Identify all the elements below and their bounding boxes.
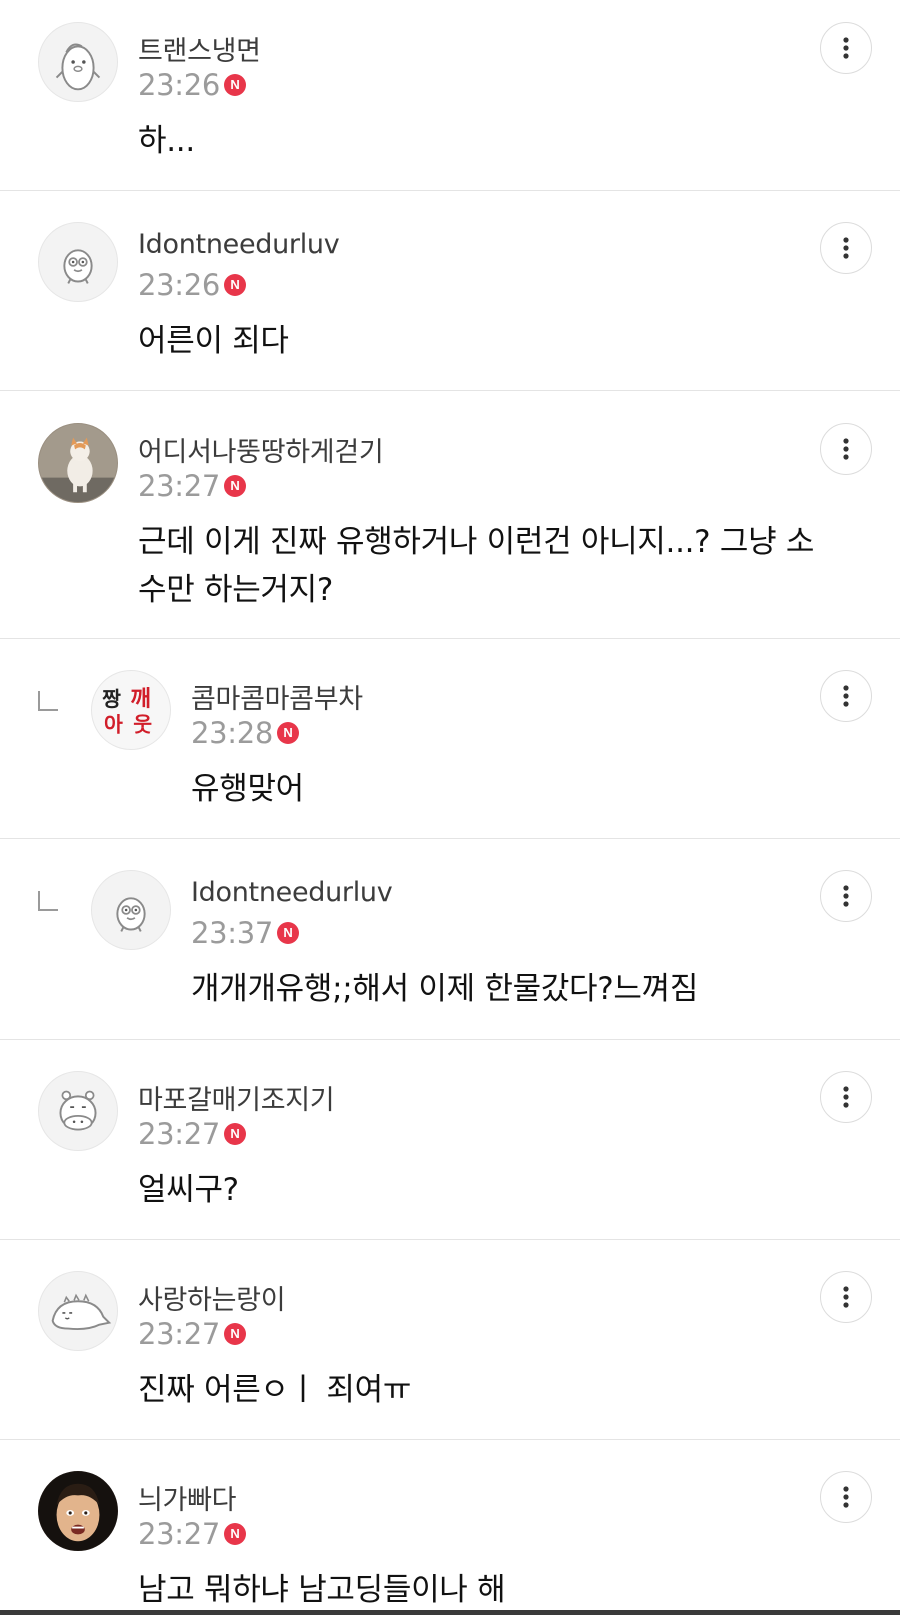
- duck-avatar-icon[interactable]: [38, 222, 118, 302]
- comment-time: 23:27: [138, 1517, 221, 1551]
- comment-meta: 23:26 N: [138, 68, 247, 102]
- comment-item: 사랑하는랑이 23:27 N 진짜 어른ㅇㅣ 죄여ㅠ: [0, 1240, 900, 1440]
- new-badge: N: [277, 722, 300, 744]
- comment-text: 진짜 어른ㅇㅣ 죄여ㅠ: [138, 1372, 412, 1408]
- comment-meta: 23:27 N: [138, 469, 247, 503]
- penguin-avatar-icon[interactable]: [38, 22, 118, 102]
- more-options-button[interactable]: [820, 222, 872, 274]
- new-badge: N: [224, 475, 247, 497]
- comment-meta: 23:37 N: [191, 916, 300, 950]
- comment-time: 23:28: [191, 716, 274, 750]
- more-options-button[interactable]: [820, 870, 872, 922]
- more-vertical-icon: [843, 885, 849, 907]
- comment-text: 얼씨구?: [138, 1172, 239, 1208]
- comment-meta: 23:27 N: [138, 1317, 247, 1351]
- new-badge: N: [277, 922, 300, 944]
- more-vertical-icon: [843, 1286, 849, 1308]
- reply-item: Idontneedurluv 23:37 N 개개개유행;;해서 이제 한물갔다…: [0, 839, 900, 1040]
- comment-time: 23:26: [138, 268, 221, 302]
- more-vertical-icon: [843, 438, 849, 460]
- avatar-text: 깨: [130, 686, 151, 712]
- comment-nickname[interactable]: 늬가빠다: [138, 1478, 236, 1517]
- new-badge: N: [224, 1323, 247, 1345]
- comment-item: 어디서나뚱땅하게걷기 23:27 N 근데 이게 진짜 유행하거나 이런건 아니…: [0, 391, 900, 639]
- comment-time: 23:27: [138, 469, 221, 503]
- avatar-text: 아: [104, 712, 123, 736]
- avatar-text: 웃: [133, 712, 152, 736]
- more-vertical-icon: [843, 37, 849, 59]
- comment-item: 늬가빠다 23:27 N 남고 뭐하냐 남고딩들이나 해: [0, 1440, 900, 1610]
- comment-text: 개개개유행;;해서 이제 한물갔다?느껴짐: [191, 971, 699, 1007]
- dinosaur-avatar-icon[interactable]: [38, 1271, 118, 1351]
- comment-list: 트랜스냉면 23:26 N 하... Idontneedurluv 23:26 …: [0, 0, 900, 1615]
- comment-time: 23:27: [138, 1117, 221, 1151]
- reply-indicator-icon: [38, 891, 58, 911]
- new-badge: N: [224, 274, 247, 296]
- comment-time: 23:26: [138, 68, 221, 102]
- cat-photo-avatar-icon[interactable]: [38, 423, 118, 503]
- comment-nickname[interactable]: 사랑하는랑이: [138, 1278, 286, 1317]
- comment-nickname[interactable]: 콤마콤마콤부차: [191, 677, 363, 716]
- comment-nickname[interactable]: 트랜스냉면: [138, 29, 261, 68]
- comment-item: Idontneedurluv 23:26 N 어른이 죄다: [0, 191, 900, 391]
- more-vertical-icon: [843, 1086, 849, 1108]
- reply-item: 짱 깨 아 웃 콤마콤마콤부차 23:28 N 유행맞어: [0, 639, 900, 839]
- more-options-button[interactable]: [820, 22, 872, 74]
- comment-nickname[interactable]: Idontneedurluv: [138, 229, 340, 260]
- comment-nickname[interactable]: Idontneedurluv: [191, 877, 393, 908]
- comment-item: 트랜스냉면 23:26 N 하...: [0, 0, 900, 191]
- comment-nickname[interactable]: 마포갈매기조지기: [138, 1078, 335, 1117]
- comment-text: 하...: [138, 123, 195, 159]
- comment-text: 근데 이게 진짜 유행하거나 이런건 아니지...? 그냥 소수만 하는거지?: [138, 524, 815, 608]
- comment-text: 남고 뭐하냐 남고딩들이나 해: [138, 1572, 506, 1608]
- more-options-button[interactable]: [820, 1071, 872, 1123]
- comment-time: 23:27: [138, 1317, 221, 1351]
- jjang-kkae-avatar-icon[interactable]: 짱 깨 아 웃: [91, 670, 171, 750]
- comment-meta: 23:28 N: [191, 716, 300, 750]
- avatar-text: 짱: [102, 687, 121, 711]
- comment-text: 어른이 죄다: [138, 323, 289, 359]
- more-vertical-icon: [843, 685, 849, 707]
- comment-meta: 23:27 N: [138, 1117, 247, 1151]
- bottom-edge: [0, 1610, 900, 1615]
- more-vertical-icon: [843, 237, 849, 259]
- comment-text: 유행맞어: [191, 771, 304, 807]
- new-badge: N: [224, 74, 247, 96]
- comment-nickname[interactable]: 어디서나뚱땅하게걷기: [138, 430, 384, 469]
- reply-indicator-icon: [38, 691, 58, 711]
- more-vertical-icon: [843, 1486, 849, 1508]
- more-options-button[interactable]: [820, 670, 872, 722]
- more-options-button[interactable]: [820, 423, 872, 475]
- new-badge: N: [224, 1123, 247, 1145]
- more-options-button[interactable]: [820, 1271, 872, 1323]
- new-badge: N: [224, 1523, 247, 1545]
- face-photo-avatar-icon[interactable]: [38, 1471, 118, 1551]
- comment-item: 마포갈매기조지기 23:27 N 얼씨구?: [0, 1040, 900, 1240]
- hippo-avatar-icon[interactable]: [38, 1071, 118, 1151]
- comment-meta: 23:26 N: [138, 268, 247, 302]
- more-options-button[interactable]: [820, 1471, 872, 1523]
- comment-meta: 23:27 N: [138, 1517, 247, 1551]
- comment-time: 23:37: [191, 916, 274, 950]
- duck-avatar-icon[interactable]: [91, 870, 171, 950]
